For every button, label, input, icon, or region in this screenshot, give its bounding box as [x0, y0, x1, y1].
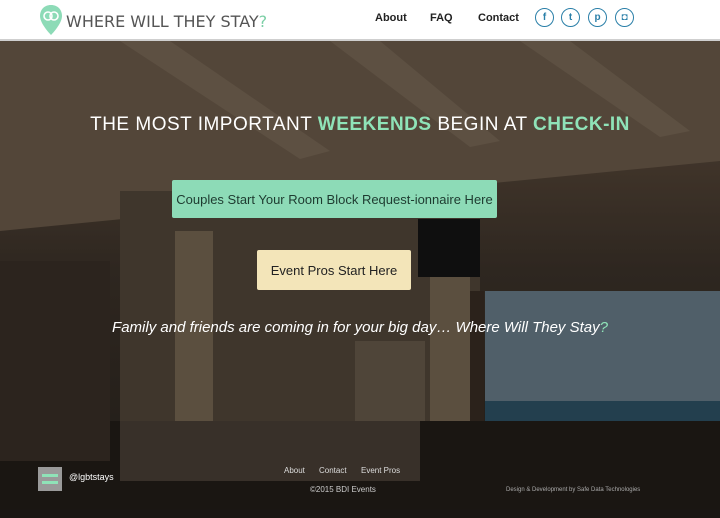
- pinterest-icon[interactable]: p: [588, 8, 607, 27]
- headline-part-1: THE MOST IMPORTANT: [90, 114, 318, 135]
- tagline-text: Family and friends are coming in for you…: [112, 319, 600, 336]
- headline-checkin: CHECK-IN: [533, 114, 630, 135]
- brand-text: WHERE WILL THEY STAY: [66, 12, 259, 31]
- footer-link-contact[interactable]: Contact: [319, 466, 347, 475]
- brand-name[interactable]: WHERE WILL THEY STAY?: [66, 12, 267, 31]
- nav-faq[interactable]: FAQ: [430, 12, 453, 24]
- headline-part-3: BEGIN AT: [431, 114, 534, 135]
- lgbt-equality-icon[interactable]: [38, 467, 62, 491]
- twitter-icon[interactable]: t: [561, 8, 580, 27]
- social-handle[interactable]: @lgbtstays: [69, 472, 114, 482]
- site-header: WHERE WILL THEY STAY? About FAQ Contact …: [0, 0, 720, 41]
- developer-credit[interactable]: Design & Development by Safe Data Techno…: [506, 487, 640, 493]
- facebook-icon[interactable]: f: [535, 8, 554, 27]
- headline-weekends: WEEKENDS: [317, 114, 432, 135]
- copyright-text: ©2015 BDI Events: [310, 485, 376, 494]
- hero-tagline: Family and friends are coming in for you…: [0, 319, 720, 336]
- tagline-question-mark: ?: [599, 319, 608, 336]
- hero-headline: THE MOST IMPORTANT WEEKENDS BEGIN AT CHE…: [0, 114, 720, 136]
- instagram-icon[interactable]: ◘: [615, 8, 634, 27]
- nav-about[interactable]: About: [375, 12, 407, 24]
- logo-icon[interactable]: [38, 4, 64, 36]
- event-pros-start-button[interactable]: Event Pros Start Here: [257, 250, 411, 290]
- footer-link-event-pros[interactable]: Event Pros: [361, 466, 400, 475]
- hero-section: THE MOST IMPORTANT WEEKENDS BEGIN AT CHE…: [0, 41, 720, 518]
- brand-question-mark: ?: [258, 12, 268, 31]
- couples-start-button[interactable]: Couples Start Your Room Block Request-io…: [172, 180, 497, 218]
- footer-link-about[interactable]: About: [284, 466, 305, 475]
- nav-contact[interactable]: Contact: [478, 12, 519, 24]
